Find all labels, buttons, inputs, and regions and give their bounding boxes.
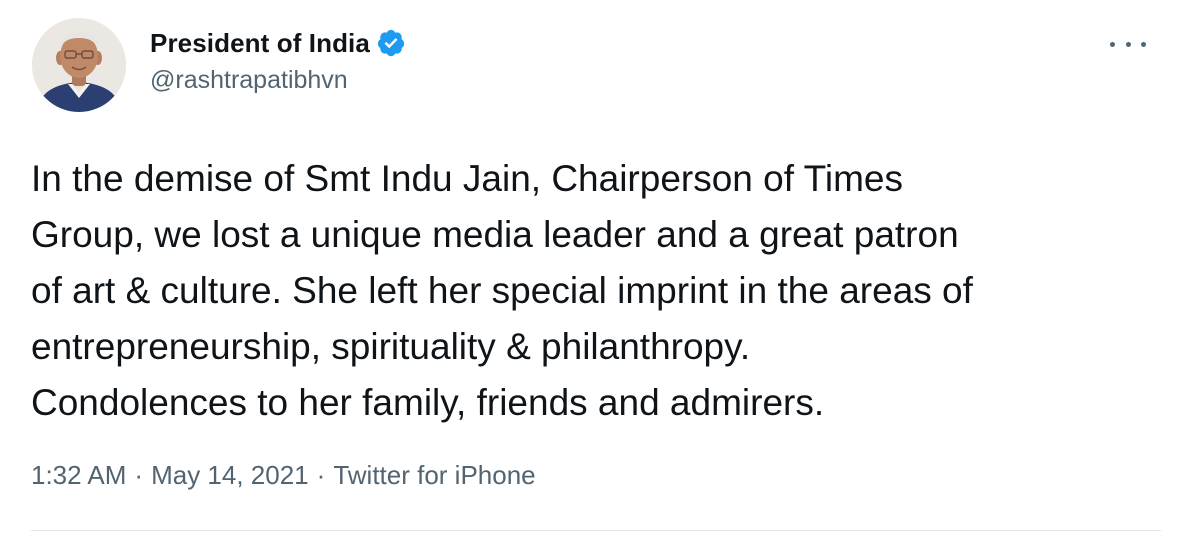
tweet-date[interactable]: May 14, 2021 [151,460,309,491]
author-name-row: President of India [150,26,406,60]
more-options-button[interactable] [1110,30,1146,58]
verified-badge-icon [376,28,406,58]
meta-separator: · [134,460,144,490]
tweet-time[interactable]: 1:32 AM [31,460,126,491]
author-info: President of India @rashtrapatibhvn [150,26,406,95]
profile-photo-icon [32,18,126,112]
tweet-card: President of India @rashtrapatibhvn In t… [0,0,1186,536]
tweet-source-link[interactable]: Twitter for iPhone [333,460,535,491]
more-options-icon-dot-3 [1141,41,1146,47]
divider [31,530,1161,531]
meta-separator: · [316,460,326,490]
display-name[interactable]: President of India [150,28,370,59]
user-handle[interactable]: @rashtrapatibhvn [150,66,406,95]
more-options-icon-dot-2 [1125,41,1131,47]
tweet-text: In the demise of Smt Indu Jain, Chairper… [31,158,973,423]
more-options-icon-dot-1 [1110,41,1115,47]
avatar[interactable] [32,18,126,112]
tweet-meta: 1:32 AM · May 14, 2021 · Twitter for iPh… [31,460,536,491]
